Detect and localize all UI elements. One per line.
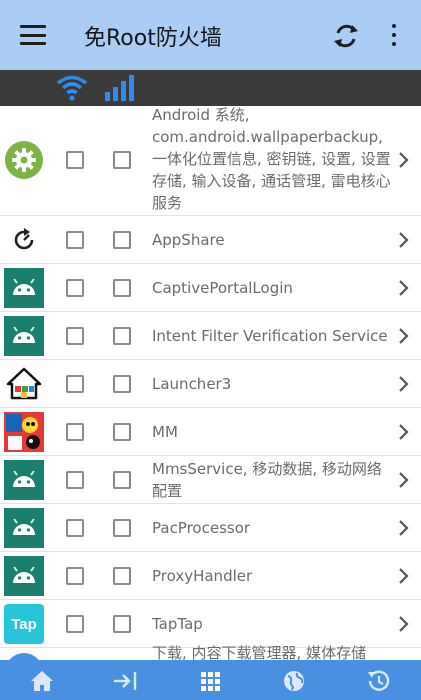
- app-row[interactable]: MmsService, 移动数据, 移动网络配置: [0, 456, 421, 504]
- app-name: Intent Filter Verification Service: [152, 327, 388, 345]
- app-name: 下载, 内容下载管理器, 媒体存储: [152, 644, 367, 660]
- wifi-checkbox[interactable]: [66, 279, 84, 297]
- taptap-icon-label: Tap: [11, 615, 37, 633]
- chevron-right-icon[interactable]: [397, 423, 411, 441]
- app-row[interactable]: ProxyHandler: [0, 552, 421, 600]
- android-icon: [4, 556, 44, 596]
- app-name: AppShare: [152, 231, 225, 249]
- app-name: Android 系统, com.android.wallpaperbackup,…: [152, 106, 391, 212]
- app-name: MM: [152, 423, 178, 441]
- chevron-right-icon[interactable]: [397, 327, 411, 345]
- chevron-right-icon[interactable]: [397, 615, 411, 633]
- settings-gear-icon: [5, 141, 43, 179]
- wifi-checkbox[interactable]: [66, 519, 84, 537]
- apps-grid-icon[interactable]: [196, 668, 224, 694]
- wifi-checkbox[interactable]: [66, 615, 84, 633]
- app-name: ProxyHandler: [152, 567, 253, 585]
- app-name: TapTap: [152, 615, 203, 633]
- wifi-checkbox[interactable]: [66, 423, 84, 441]
- mobile-data-checkbox[interactable]: [113, 151, 131, 169]
- mobile-data-checkbox[interactable]: [113, 567, 131, 585]
- history-icon[interactable]: [364, 668, 392, 694]
- mobile-data-checkbox[interactable]: [113, 471, 131, 489]
- home-launcher-icon: [6, 367, 42, 400]
- chevron-right-icon[interactable]: [397, 279, 411, 297]
- mobile-data-icon[interactable]: [104, 74, 136, 102]
- android-icon: [4, 460, 44, 500]
- android-icon: [4, 316, 44, 356]
- mobile-data-checkbox[interactable]: [113, 615, 131, 633]
- app-row[interactable]: Android 系统, com.android.wallpaperbackup,…: [0, 106, 421, 216]
- home-icon[interactable]: [28, 668, 56, 694]
- mobile-data-checkbox[interactable]: [113, 231, 131, 249]
- menu-icon-line: [20, 25, 46, 28]
- menu-icon-line: [20, 33, 46, 37]
- more-icon-dot: [392, 24, 396, 28]
- android-icon: [4, 508, 44, 548]
- network-filter-header: [0, 70, 421, 106]
- wifi-checkbox[interactable]: [66, 375, 84, 393]
- globe-icon[interactable]: [280, 668, 308, 694]
- android-icon: [4, 268, 44, 308]
- mm-app-icon: [4, 412, 44, 452]
- app-row[interactable]: AppShare: [0, 216, 421, 264]
- menu-button[interactable]: [18, 22, 48, 48]
- more-icon-dot: [392, 42, 396, 46]
- app-name: Launcher3: [152, 375, 232, 393]
- chevron-right-icon[interactable]: [397, 519, 411, 537]
- mobile-data-checkbox[interactable]: [113, 375, 131, 393]
- app-name: CaptivePortalLogin: [152, 279, 293, 297]
- wifi-icon[interactable]: [56, 74, 88, 102]
- more-options-button[interactable]: [386, 22, 402, 48]
- wifi-checkbox[interactable]: [66, 231, 84, 249]
- wifi-checkbox[interactable]: [66, 471, 84, 489]
- app-list: Android 系统, com.android.wallpaperbackup,…: [0, 106, 421, 660]
- app-row[interactable]: Intent Filter Verification Service: [0, 312, 421, 360]
- app-name: MmsService, 移动数据, 移动网络配置: [152, 460, 382, 500]
- chevron-right-icon[interactable]: [397, 471, 411, 489]
- mobile-data-checkbox[interactable]: [113, 279, 131, 297]
- app-row[interactable]: CaptivePortalLogin: [0, 264, 421, 312]
- mobile-data-checkbox[interactable]: [113, 327, 131, 345]
- taptap-icon: Tap: [4, 604, 44, 644]
- app-bar: 免Root防火墙: [0, 0, 421, 70]
- chevron-right-icon[interactable]: [397, 151, 411, 169]
- refresh-icon[interactable]: [330, 20, 362, 52]
- chevron-right-icon[interactable]: [397, 567, 411, 585]
- app-title: 免Root防火墙: [84, 26, 222, 51]
- app-row[interactable]: PacProcessor: [0, 504, 421, 552]
- wifi-checkbox[interactable]: [66, 151, 84, 169]
- chevron-right-icon[interactable]: [397, 231, 411, 249]
- app-row[interactable]: 下载, 内容下载管理器, 媒体存储: [0, 644, 421, 660]
- wifi-checkbox[interactable]: [66, 567, 84, 585]
- bottom-navigation: [0, 660, 421, 700]
- menu-icon-line: [20, 42, 46, 45]
- login-arrow-icon[interactable]: [112, 668, 140, 694]
- chevron-right-icon[interactable]: [397, 375, 411, 393]
- app-row[interactable]: Tap TapTap: [0, 600, 421, 648]
- appshare-icon: [14, 228, 34, 250]
- wifi-checkbox[interactable]: [66, 327, 84, 345]
- mobile-data-checkbox[interactable]: [113, 519, 131, 537]
- app-row[interactable]: MM: [0, 408, 421, 456]
- more-icon-dot: [392, 33, 396, 37]
- app-row[interactable]: Launcher3: [0, 360, 421, 408]
- download-icon: [9, 653, 39, 660]
- mobile-data-checkbox[interactable]: [113, 423, 131, 441]
- app-name: PacProcessor: [152, 519, 251, 537]
